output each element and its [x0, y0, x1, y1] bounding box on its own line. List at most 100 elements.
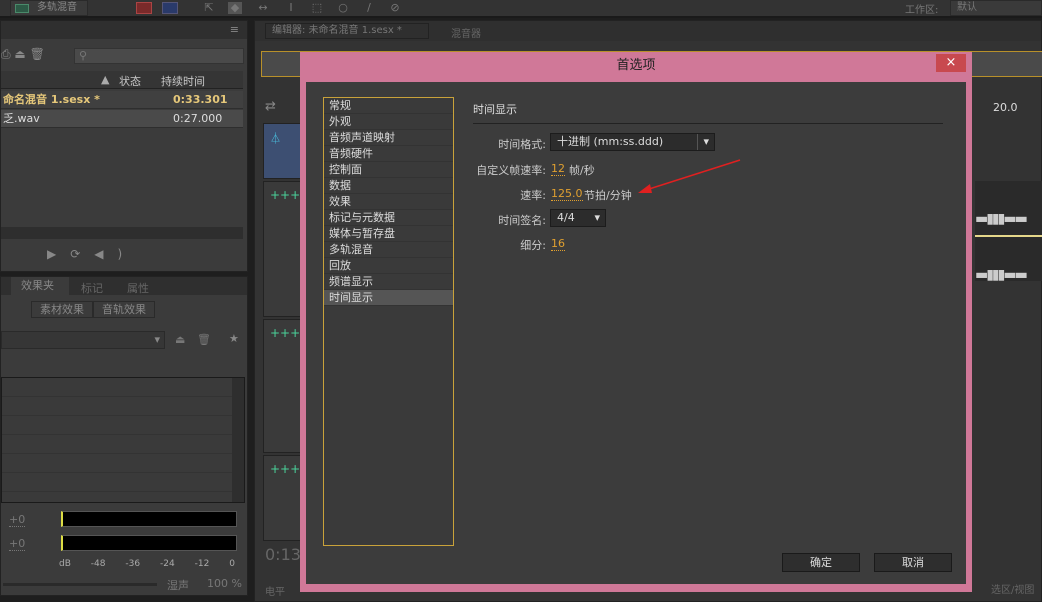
category-item[interactable]: 数据: [324, 178, 453, 194]
category-item[interactable]: 多轨混音: [324, 242, 453, 258]
files-search-input[interactable]: ⚲: [74, 48, 244, 64]
tab-editor[interactable]: 编辑器: 未命名混音 1.sesx *: [265, 23, 429, 39]
healing-icon[interactable]: ⊘: [388, 2, 402, 14]
file-duration: 0:27.000: [173, 112, 223, 125]
preview-transport[interactable]: ▶⟳◀): [47, 247, 136, 261]
waveform-view-icon[interactable]: [136, 2, 152, 14]
category-item[interactable]: 音频声道映射: [324, 130, 453, 146]
category-item[interactable]: 效果: [324, 194, 453, 210]
file-name: 命名混音 1.sesx *: [3, 93, 100, 106]
annotation-arrow-icon: [638, 159, 741, 193]
tab-levels[interactable]: 电平: [265, 583, 285, 598]
autoplay-icon[interactable]: ◀): [94, 247, 136, 261]
dialog-body: 常规 外观 音频声道映射 音频硬件 控制面 数据 效果 标记与元数据 媒体与暂存…: [306, 82, 966, 584]
col-status[interactable]: 状态: [119, 73, 141, 89]
category-item[interactable]: 频谱显示: [324, 274, 453, 290]
preset-select[interactable]: ▾: [1, 331, 165, 349]
wet-slider[interactable]: [3, 583, 157, 586]
section-title: 时间显示: [473, 101, 943, 124]
frame-rate-value[interactable]: 12: [551, 162, 565, 176]
metronome-track: ⏃: [263, 123, 303, 179]
effect-slot[interactable]: [2, 473, 244, 492]
input-meter: [61, 511, 237, 527]
play-icon[interactable]: ▶: [47, 247, 70, 261]
output-gain[interactable]: +0: [9, 537, 26, 551]
tab-markers[interactable]: 标记: [81, 280, 103, 296]
waveform-icon: ▬▮▮▮▬▬: [975, 267, 1028, 283]
delete-preset-icon[interactable]: 🗑: [197, 333, 211, 346]
category-list: 常规 外观 音频声道映射 音频硬件 控制面 数据 效果 标记与元数据 媒体与暂存…: [323, 97, 454, 546]
chevron-down-icon: ▾: [154, 333, 160, 346]
category-item-selected[interactable]: 时间显示: [324, 290, 453, 306]
spectral-view-icon[interactable]: [162, 2, 178, 14]
import-icon[interactable]: ⎙ ⏏ 🗑: [1, 47, 45, 62]
tab-selection-view[interactable]: 选区/视图: [991, 581, 1034, 596]
effects-slot-list: [1, 377, 245, 503]
category-item[interactable]: 控制面: [324, 162, 453, 178]
output-meter: [61, 535, 237, 551]
input-gain[interactable]: +0: [9, 513, 26, 527]
clip-effects-tab[interactable]: 素材效果: [31, 301, 93, 318]
move-icon[interactable]: ⇱: [202, 2, 216, 14]
tab-properties[interactable]: 属性: [127, 280, 149, 296]
sort-asc-icon[interactable]: ▲: [101, 73, 109, 86]
loop-icon[interactable]: ⟳: [70, 247, 94, 261]
wet-value[interactable]: 100 %: [207, 577, 242, 590]
effect-slot[interactable]: [2, 416, 244, 435]
marquee-icon[interactable]: ⬚: [310, 2, 324, 14]
category-item[interactable]: 回放: [324, 258, 453, 274]
col-duration[interactable]: 持续时间: [161, 73, 205, 89]
time-signature-select[interactable]: 4/4 ▾: [550, 209, 606, 227]
category-item[interactable]: 标记与元数据: [324, 210, 453, 226]
files-hscrollbar[interactable]: [1, 227, 243, 239]
tab-mixer[interactable]: 混音器: [451, 25, 481, 40]
dialog-title: 首选项: [616, 58, 656, 73]
workspace-label: 工作区:: [905, 5, 939, 16]
close-button[interactable]: ×: [936, 54, 966, 72]
track-header: +++: [263, 319, 303, 453]
tempo-value[interactable]: 125.0: [551, 187, 583, 201]
multitrack-mode-button[interactable]: 多轨混音: [10, 0, 88, 16]
category-item[interactable]: 常规: [324, 98, 453, 114]
meter-tick: dB: [59, 559, 71, 569]
subdivision-value[interactable]: 16: [551, 237, 565, 251]
category-item[interactable]: 外观: [324, 114, 453, 130]
clip-waveform[interactable]: ▬▮▮▮▬▬ ▬▮▮▮▬▬: [975, 181, 1042, 283]
file-name: 乏.wav: [3, 112, 40, 125]
effect-slot[interactable]: [2, 378, 244, 397]
category-item[interactable]: 媒体与暂存盘: [324, 226, 453, 242]
brush-icon[interactable]: /: [362, 2, 376, 14]
time-format-label: 时间格式:: [498, 138, 546, 151]
workspace-select[interactable]: 默认: [950, 0, 1042, 16]
effects-tabs: 效果夹 标记 属性: [1, 277, 247, 295]
track-effects-tab[interactable]: 音轨效果: [93, 301, 155, 318]
meter-tick: -24: [160, 559, 175, 569]
save-preset-icon[interactable]: ⏏: [175, 333, 185, 346]
lasso-icon[interactable]: ○: [336, 2, 350, 14]
file-duration: 0:33.301: [173, 93, 228, 106]
file-row[interactable]: 乏.wav 0:27.000: [1, 110, 243, 128]
top-toolbar: 多轨混音 ⇱ ◆ ↔ I ⬚ ○ / ⊘ 工作区: 默认: [0, 0, 1042, 18]
ok-button[interactable]: 确定: [782, 553, 860, 572]
file-row[interactable]: 命名混音 1.sesx * 0:33.301: [1, 91, 243, 109]
tempo-label: 速率:: [520, 189, 546, 202]
effect-slot[interactable]: [2, 454, 244, 473]
effects-vscrollbar[interactable]: [232, 378, 244, 502]
cancel-button[interactable]: 取消: [874, 553, 952, 572]
favorite-star-icon[interactable]: ★: [229, 332, 239, 345]
razor-icon[interactable]: ◆: [228, 2, 242, 14]
panel-menu-icon[interactable]: ≡: [230, 23, 239, 36]
time-select-icon[interactable]: ↔: [256, 2, 270, 14]
swap-icon[interactable]: ⇄: [265, 99, 276, 114]
multitrack-icon: [15, 4, 29, 13]
effects-rack-panel: 效果夹 标记 属性 素材效果 音轨效果 ▾ ⏏ 🗑 ★ +0 +0 dB -48 -…: [0, 276, 248, 596]
ibeam-icon[interactable]: I: [284, 2, 298, 14]
effect-slot[interactable]: [2, 435, 244, 454]
effect-slot[interactable]: [2, 397, 244, 416]
tab-effects-rack[interactable]: 效果夹: [11, 277, 69, 295]
time-format-select[interactable]: 十进制 (mm:ss.ddd) ▾: [550, 133, 715, 151]
category-item[interactable]: 音频硬件: [324, 146, 453, 162]
meter-tick: -48: [90, 559, 106, 569]
meter-tick: -12: [194, 559, 210, 569]
time-format-value: 十进制 (mm:ss.ddd): [557, 135, 664, 148]
